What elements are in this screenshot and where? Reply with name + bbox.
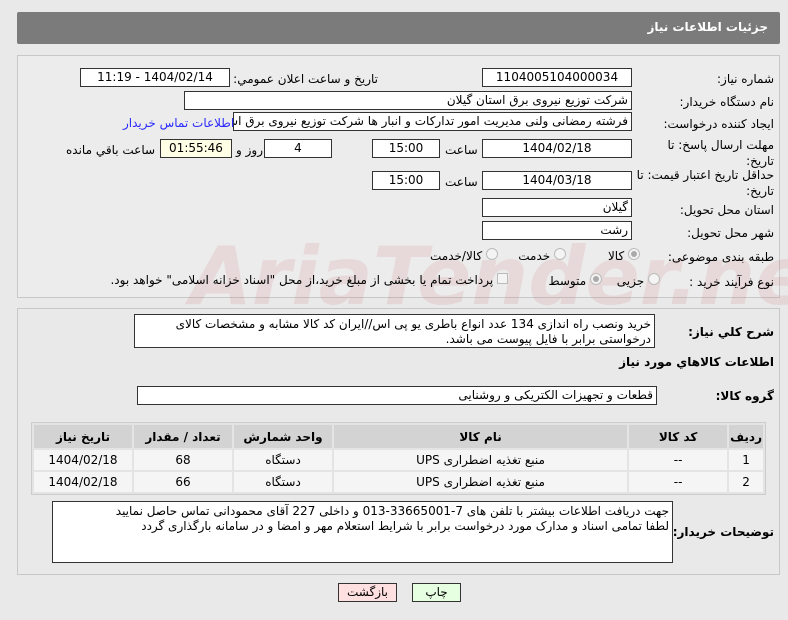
deadline-time-label: ساعت <box>445 143 478 157</box>
cell-row: 1 <box>729 450 763 470</box>
col-name: نام کالا <box>334 425 628 448</box>
table-row: 2 -- منبع تغذیه اضطراری UPS دستگاه 66 14… <box>34 472 763 492</box>
creator-field: فرشته رمضانی ولنی مدیریت امور تدارکات و … <box>233 112 632 131</box>
radio-minor[interactable] <box>648 273 660 285</box>
deadline-date-field: 1404/02/18 <box>482 139 632 158</box>
announce-label: تاریخ و ساعت اعلان عمومي: <box>233 72 378 86</box>
remaining-time-field: 01:55:46 <box>160 139 232 158</box>
goods-table: ردیف کد کالا نام کالا واحد شمارش تعداد /… <box>31 422 766 495</box>
cell-unit: دستگاه <box>234 450 332 470</box>
radio-medium[interactable] <box>590 273 602 285</box>
days-label: روز و <box>236 143 263 157</box>
summary-label: شرح کلي نیاز: <box>688 325 774 339</box>
validity-date-field: 1404/03/18 <box>482 171 632 190</box>
cell-date: 1404/02/18 <box>34 450 132 470</box>
notes-label: توضیحات خریدار: <box>672 525 774 539</box>
summary-textarea[interactable]: خرید ونصب راه اندازی 134 عدد انواع باطری… <box>134 314 655 348</box>
notes-textarea[interactable]: جهت دریافت اطلاعات بیشتر با تلفن های 7-3… <box>52 501 673 563</box>
cell-qty: 66 <box>134 472 232 492</box>
page-header: جزئیات اطلاعات نیاز <box>17 12 780 44</box>
buyer-org-label: نام دستگاه خریدار: <box>679 95 775 109</box>
days-field: 4 <box>264 139 332 158</box>
category-service[interactable]: خدمت <box>518 248 566 263</box>
category-kala[interactable]: کالا <box>608 248 640 263</box>
process-medium[interactable]: متوسط <box>548 273 602 288</box>
table-row: 1 -- منبع تغذیه اضطراری UPS دستگاه 68 14… <box>34 450 763 470</box>
col-row: ردیف <box>729 425 763 448</box>
group-field: قطعات و تجهیزات الکتریکی و روشنایی <box>137 386 657 405</box>
contact-info-link[interactable]: اطلاعات تماس خریدار <box>123 116 234 130</box>
payment-option[interactable]: پرداخت تمام یا بخشی از مبلغ خرید،از محل … <box>110 273 508 287</box>
col-unit: واحد شمارش <box>234 425 332 448</box>
deadline-label: مهلت ارسال پاسخ: تا تاریخ: <box>667 138 774 168</box>
process-label: نوع فرآیند خرید : <box>689 275 774 289</box>
group-label: گروه کالا: <box>715 389 774 403</box>
radio-both[interactable] <box>486 248 498 260</box>
validity-time-field: 15:00 <box>372 171 440 190</box>
goods-section-title: اطلاعات کالاهاي مورد نیاز <box>619 355 774 369</box>
creator-label: ایجاد کننده درخواست: <box>663 117 774 131</box>
buyer-org-field: شرکت توزیع نیروی برق استان گیلان <box>184 91 632 110</box>
col-date: تاریخ نیاز <box>34 425 132 448</box>
need-number-label: شماره نیاز: <box>717 72 774 86</box>
category-label: طبقه بندی موضوعی: <box>667 250 774 264</box>
payment-checkbox[interactable] <box>497 273 508 284</box>
announce-field: 1404/02/14 - 11:19 <box>80 68 230 87</box>
cell-unit: دستگاه <box>234 472 332 492</box>
cell-qty: 68 <box>134 450 232 470</box>
radio-service[interactable] <box>554 248 566 260</box>
validity-label: حداقل تاریخ اعتبار قیمت: تا تاریخ: <box>636 168 774 198</box>
cell-name: منبع تغذیه اضطراری UPS <box>334 472 628 492</box>
cell-name: منبع تغذیه اضطراری UPS <box>334 450 628 470</box>
print-button[interactable]: چاپ <box>412 583 461 602</box>
validity-time-label: ساعت <box>445 175 478 189</box>
cell-code: -- <box>629 450 728 470</box>
back-button[interactable]: بازگشت <box>338 583 397 602</box>
cell-date: 1404/02/18 <box>34 472 132 492</box>
remaining-label: ساعت باقي مانده <box>66 143 156 157</box>
deadline-time-field: 15:00 <box>372 139 440 158</box>
cell-row: 2 <box>729 472 763 492</box>
col-qty: تعداد / مقدار <box>134 425 232 448</box>
radio-kala[interactable] <box>628 248 640 260</box>
province-field: گیلان <box>482 198 632 217</box>
process-minor[interactable]: جزیی <box>617 273 660 288</box>
city-label: شهر محل تحویل: <box>687 226 774 240</box>
province-label: استان محل تحویل: <box>679 203 774 217</box>
col-code: کد کالا <box>629 425 728 448</box>
city-field: رشت <box>482 221 632 240</box>
category-both[interactable]: کالا/خدمت <box>430 248 498 263</box>
cell-code: -- <box>629 472 728 492</box>
need-number-field: 1104005104000034 <box>482 68 632 87</box>
